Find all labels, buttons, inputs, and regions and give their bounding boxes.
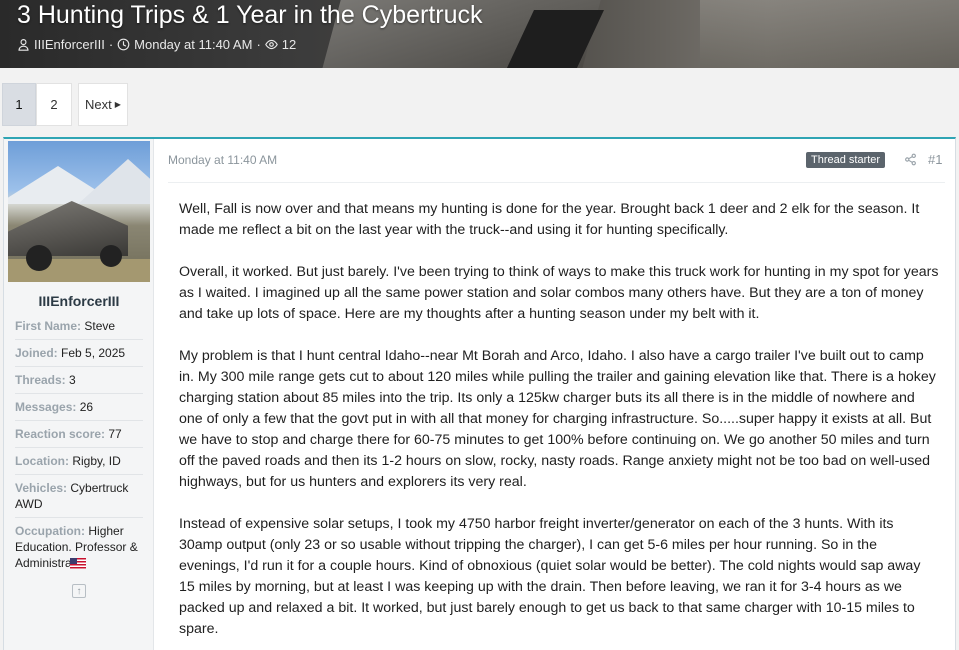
avatar-wheel — [26, 245, 52, 271]
field-value: Feb 5, 2025 — [61, 346, 126, 360]
eye-icon — [264, 38, 278, 51]
post-paragraph: My problem is that I hunt central Idaho-… — [179, 348, 936, 490]
clock-icon — [117, 38, 130, 51]
thread-starter-badge: Thread starter — [806, 152, 886, 168]
caret-right-icon: ▶ — [114, 100, 121, 109]
field-label: Threads: — [15, 373, 66, 387]
next-page-button[interactable]: Next ▶ — [78, 83, 128, 126]
user-field-location: Location: Rigby, ID — [15, 448, 143, 475]
thread-header-banner: 3 Hunting Trips & 1 Year in the Cybertru… — [0, 0, 959, 68]
field-value: Steve — [84, 319, 116, 333]
post-username[interactable]: IIIEnforcerIII — [4, 293, 154, 309]
user-field-joined: Joined: Feb 5, 2025 — [15, 340, 143, 367]
meta-separator: · — [256, 37, 261, 52]
avatar-mountain — [78, 159, 150, 204]
post-body: Well, Fall is now over and that means my… — [179, 199, 939, 650]
post: IIIEnforcerIII First Name: Steve Joined:… — [3, 137, 956, 650]
avatar-wheel — [100, 245, 122, 267]
field-value: 3 — [69, 373, 76, 387]
field-label: Reaction score: — [15, 427, 106, 441]
thread-title: 3 Hunting Trips & 1 Year in the Cybertru… — [17, 1, 483, 29]
page-2-button[interactable]: 2 — [36, 83, 72, 126]
field-value: 26 — [79, 400, 94, 414]
user-field-first-name: First Name: Steve — [15, 313, 143, 340]
banner-image-background — [700, 0, 959, 68]
user-field-reaction-score: Reaction score: 77 — [15, 421, 143, 448]
arrow-up-icon[interactable]: ↑ — [72, 584, 86, 598]
field-label: Joined: — [15, 346, 58, 360]
field-value: Rigby, ID — [72, 454, 121, 468]
post-date-link[interactable]: Monday at 11:40 AM — [168, 153, 277, 167]
field-label: First Name: — [15, 319, 82, 333]
thread-date-link[interactable]: Monday at 11:40 AM — [134, 37, 252, 52]
user-extras: First Name: Steve Joined: Feb 5, 2025 Th… — [15, 313, 143, 576]
thread-author-link[interactable]: IIIEnforcerIII — [34, 37, 105, 52]
user-icon — [17, 38, 30, 51]
post-paragraph: Well, Fall is now over and that means my… — [179, 201, 920, 238]
post-paragraph: Overall, it worked. But just barely. I'v… — [179, 264, 939, 322]
thread-meta: IIIEnforcerIII · Monday at 11:40 AM · 12 — [17, 37, 296, 52]
user-field-threads: Threads: 3 — [15, 367, 143, 394]
next-label: Next — [85, 97, 112, 112]
field-label: Location: — [15, 454, 69, 468]
page-1-button[interactable]: 1 — [2, 83, 36, 126]
pagination: 1 2 Next ▶ — [2, 83, 134, 126]
meta-separator: · — [108, 37, 114, 52]
post-message: Monday at 11:40 AM Thread starter #1 Wel… — [168, 139, 953, 650]
field-label: Vehicles: — [15, 481, 68, 495]
user-field-messages: Messages: 26 — [15, 394, 143, 421]
post-paragraph: Instead of expensive solar setups, I too… — [179, 516, 921, 637]
user-avatar[interactable] — [8, 141, 150, 282]
post-user-cell: IIIEnforcerIII First Name: Steve Joined:… — [4, 139, 154, 650]
field-value: 77 — [108, 427, 122, 441]
share-icon[interactable] — [904, 153, 917, 166]
post-attribution: Monday at 11:40 AM Thread starter #1 — [168, 152, 945, 183]
field-label: Messages: — [15, 400, 77, 414]
view-count: 12 — [281, 37, 297, 52]
field-label: Occupation: — [15, 524, 86, 538]
us-flag-icon — [70, 558, 86, 569]
user-field-vehicles: Vehicles: Cybertruck AWD — [15, 475, 143, 518]
post-number-link[interactable]: #1 — [928, 152, 942, 167]
